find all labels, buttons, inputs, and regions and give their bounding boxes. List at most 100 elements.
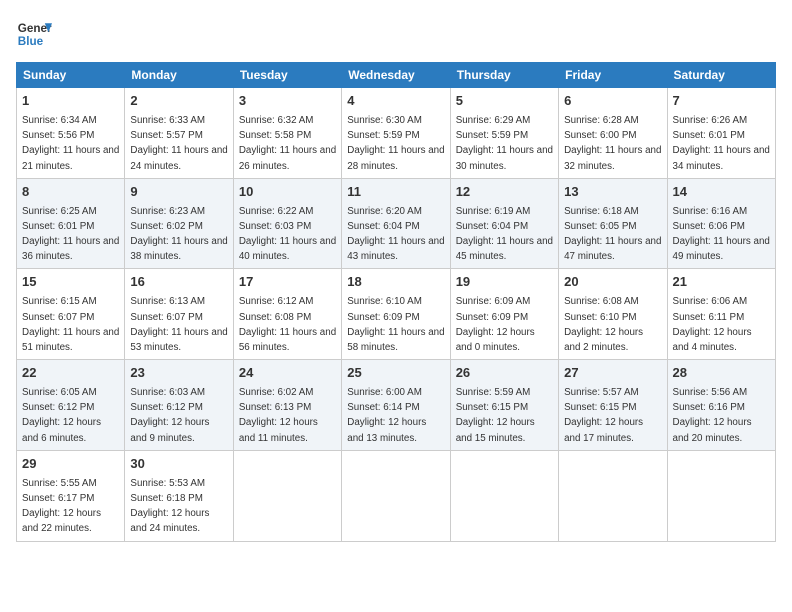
calendar-week-3: 15 Sunrise: 6:15 AMSunset: 6:07 PMDaylig…: [17, 269, 776, 360]
calendar-cell: 11 Sunrise: 6:20 AMSunset: 6:04 PMDaylig…: [342, 178, 450, 269]
day-info: Sunrise: 6:13 AMSunset: 6:07 PMDaylight:…: [130, 296, 227, 353]
svg-text:Blue: Blue: [18, 35, 44, 48]
day-number: 15: [22, 273, 119, 292]
day-info: Sunrise: 6:08 AMSunset: 6:10 PMDaylight:…: [564, 296, 643, 353]
day-info: Sunrise: 6:28 AMSunset: 6:00 PMDaylight:…: [564, 115, 661, 172]
day-number: 23: [130, 364, 227, 383]
day-number: 3: [239, 92, 336, 111]
calendar-cell: 30 Sunrise: 5:53 AMSunset: 6:18 PMDaylig…: [125, 450, 233, 541]
weekday-header-thursday: Thursday: [450, 63, 558, 88]
calendar-cell: 8 Sunrise: 6:25 AMSunset: 6:01 PMDayligh…: [17, 178, 125, 269]
day-info: Sunrise: 6:06 AMSunset: 6:11 PMDaylight:…: [673, 296, 752, 353]
day-number: 18: [347, 273, 444, 292]
calendar-cell: 21 Sunrise: 6:06 AMSunset: 6:11 PMDaylig…: [667, 269, 775, 360]
calendar-cell: 29 Sunrise: 5:55 AMSunset: 6:17 PMDaylig…: [17, 450, 125, 541]
day-number: 29: [22, 455, 119, 474]
day-info: Sunrise: 6:16 AMSunset: 6:06 PMDaylight:…: [673, 206, 770, 263]
day-number: 4: [347, 92, 444, 111]
day-info: Sunrise: 6:20 AMSunset: 6:04 PMDaylight:…: [347, 206, 444, 263]
day-number: 10: [239, 183, 336, 202]
calendar-cell: 7 Sunrise: 6:26 AMSunset: 6:01 PMDayligh…: [667, 88, 775, 179]
day-info: Sunrise: 6:23 AMSunset: 6:02 PMDaylight:…: [130, 206, 227, 263]
weekday-header-sunday: Sunday: [17, 63, 125, 88]
calendar-cell: 19 Sunrise: 6:09 AMSunset: 6:09 PMDaylig…: [450, 269, 558, 360]
calendar-cell: 22 Sunrise: 6:05 AMSunset: 6:12 PMDaylig…: [17, 360, 125, 451]
logo-icon: General Blue: [16, 16, 52, 52]
weekday-header-saturday: Saturday: [667, 63, 775, 88]
day-info: Sunrise: 6:29 AMSunset: 5:59 PMDaylight:…: [456, 115, 553, 172]
calendar-table: SundayMondayTuesdayWednesdayThursdayFrid…: [16, 62, 776, 542]
calendar-cell: 24 Sunrise: 6:02 AMSunset: 6:13 PMDaylig…: [233, 360, 341, 451]
day-info: Sunrise: 6:15 AMSunset: 6:07 PMDaylight:…: [22, 296, 119, 353]
logo: General Blue: [16, 16, 52, 52]
day-number: 27: [564, 364, 661, 383]
calendar-cell: [667, 450, 775, 541]
calendar-cell: [559, 450, 667, 541]
calendar-cell: 16 Sunrise: 6:13 AMSunset: 6:07 PMDaylig…: [125, 269, 233, 360]
day-number: 7: [673, 92, 770, 111]
calendar-cell: 18 Sunrise: 6:10 AMSunset: 6:09 PMDaylig…: [342, 269, 450, 360]
calendar-week-1: 1 Sunrise: 6:34 AMSunset: 5:56 PMDayligh…: [17, 88, 776, 179]
day-info: Sunrise: 6:33 AMSunset: 5:57 PMDaylight:…: [130, 115, 227, 172]
calendar-cell: [342, 450, 450, 541]
day-info: Sunrise: 6:32 AMSunset: 5:58 PMDaylight:…: [239, 115, 336, 172]
calendar-header: SundayMondayTuesdayWednesdayThursdayFrid…: [17, 63, 776, 88]
calendar-cell: 12 Sunrise: 6:19 AMSunset: 6:04 PMDaylig…: [450, 178, 558, 269]
day-info: Sunrise: 6:10 AMSunset: 6:09 PMDaylight:…: [347, 296, 444, 353]
day-info: Sunrise: 5:56 AMSunset: 6:16 PMDaylight:…: [673, 387, 752, 444]
calendar-cell: 6 Sunrise: 6:28 AMSunset: 6:00 PMDayligh…: [559, 88, 667, 179]
weekday-header-monday: Monday: [125, 63, 233, 88]
day-number: 6: [564, 92, 661, 111]
calendar-week-5: 29 Sunrise: 5:55 AMSunset: 6:17 PMDaylig…: [17, 450, 776, 541]
day-info: Sunrise: 6:30 AMSunset: 5:59 PMDaylight:…: [347, 115, 444, 172]
day-info: Sunrise: 6:19 AMSunset: 6:04 PMDaylight:…: [456, 206, 553, 263]
calendar-cell: 17 Sunrise: 6:12 AMSunset: 6:08 PMDaylig…: [233, 269, 341, 360]
day-info: Sunrise: 5:59 AMSunset: 6:15 PMDaylight:…: [456, 387, 535, 444]
day-info: Sunrise: 6:22 AMSunset: 6:03 PMDaylight:…: [239, 206, 336, 263]
day-number: 24: [239, 364, 336, 383]
calendar-cell: 2 Sunrise: 6:33 AMSunset: 5:57 PMDayligh…: [125, 88, 233, 179]
calendar-cell: 4 Sunrise: 6:30 AMSunset: 5:59 PMDayligh…: [342, 88, 450, 179]
weekday-header-friday: Friday: [559, 63, 667, 88]
day-number: 22: [22, 364, 119, 383]
day-number: 9: [130, 183, 227, 202]
day-info: Sunrise: 6:12 AMSunset: 6:08 PMDaylight:…: [239, 296, 336, 353]
calendar-cell: 1 Sunrise: 6:34 AMSunset: 5:56 PMDayligh…: [17, 88, 125, 179]
calendar-cell: 20 Sunrise: 6:08 AMSunset: 6:10 PMDaylig…: [559, 269, 667, 360]
day-info: Sunrise: 5:55 AMSunset: 6:17 PMDaylight:…: [22, 478, 101, 535]
calendar-cell: 25 Sunrise: 6:00 AMSunset: 6:14 PMDaylig…: [342, 360, 450, 451]
day-info: Sunrise: 6:25 AMSunset: 6:01 PMDaylight:…: [22, 206, 119, 263]
calendar-cell: 5 Sunrise: 6:29 AMSunset: 5:59 PMDayligh…: [450, 88, 558, 179]
day-number: 1: [22, 92, 119, 111]
calendar-cell: 9 Sunrise: 6:23 AMSunset: 6:02 PMDayligh…: [125, 178, 233, 269]
day-info: Sunrise: 6:05 AMSunset: 6:12 PMDaylight:…: [22, 387, 101, 444]
day-info: Sunrise: 5:53 AMSunset: 6:18 PMDaylight:…: [130, 478, 209, 535]
day-number: 13: [564, 183, 661, 202]
day-number: 14: [673, 183, 770, 202]
day-info: Sunrise: 6:03 AMSunset: 6:12 PMDaylight:…: [130, 387, 209, 444]
day-number: 26: [456, 364, 553, 383]
day-number: 28: [673, 364, 770, 383]
day-number: 25: [347, 364, 444, 383]
day-number: 21: [673, 273, 770, 292]
day-info: Sunrise: 6:26 AMSunset: 6:01 PMDaylight:…: [673, 115, 770, 172]
day-number: 11: [347, 183, 444, 202]
day-info: Sunrise: 6:34 AMSunset: 5:56 PMDaylight:…: [22, 115, 119, 172]
day-info: Sunrise: 6:00 AMSunset: 6:14 PMDaylight:…: [347, 387, 426, 444]
calendar-cell: 10 Sunrise: 6:22 AMSunset: 6:03 PMDaylig…: [233, 178, 341, 269]
weekday-header-tuesday: Tuesday: [233, 63, 341, 88]
day-info: Sunrise: 6:18 AMSunset: 6:05 PMDaylight:…: [564, 206, 661, 263]
day-info: Sunrise: 6:02 AMSunset: 6:13 PMDaylight:…: [239, 387, 318, 444]
calendar-cell: 14 Sunrise: 6:16 AMSunset: 6:06 PMDaylig…: [667, 178, 775, 269]
day-number: 5: [456, 92, 553, 111]
day-number: 8: [22, 183, 119, 202]
day-number: 16: [130, 273, 227, 292]
day-number: 2: [130, 92, 227, 111]
calendar-week-4: 22 Sunrise: 6:05 AMSunset: 6:12 PMDaylig…: [17, 360, 776, 451]
day-number: 30: [130, 455, 227, 474]
calendar-cell: [233, 450, 341, 541]
calendar-cell: 26 Sunrise: 5:59 AMSunset: 6:15 PMDaylig…: [450, 360, 558, 451]
day-info: Sunrise: 6:09 AMSunset: 6:09 PMDaylight:…: [456, 296, 535, 353]
calendar-cell: 27 Sunrise: 5:57 AMSunset: 6:15 PMDaylig…: [559, 360, 667, 451]
weekday-header-wednesday: Wednesday: [342, 63, 450, 88]
